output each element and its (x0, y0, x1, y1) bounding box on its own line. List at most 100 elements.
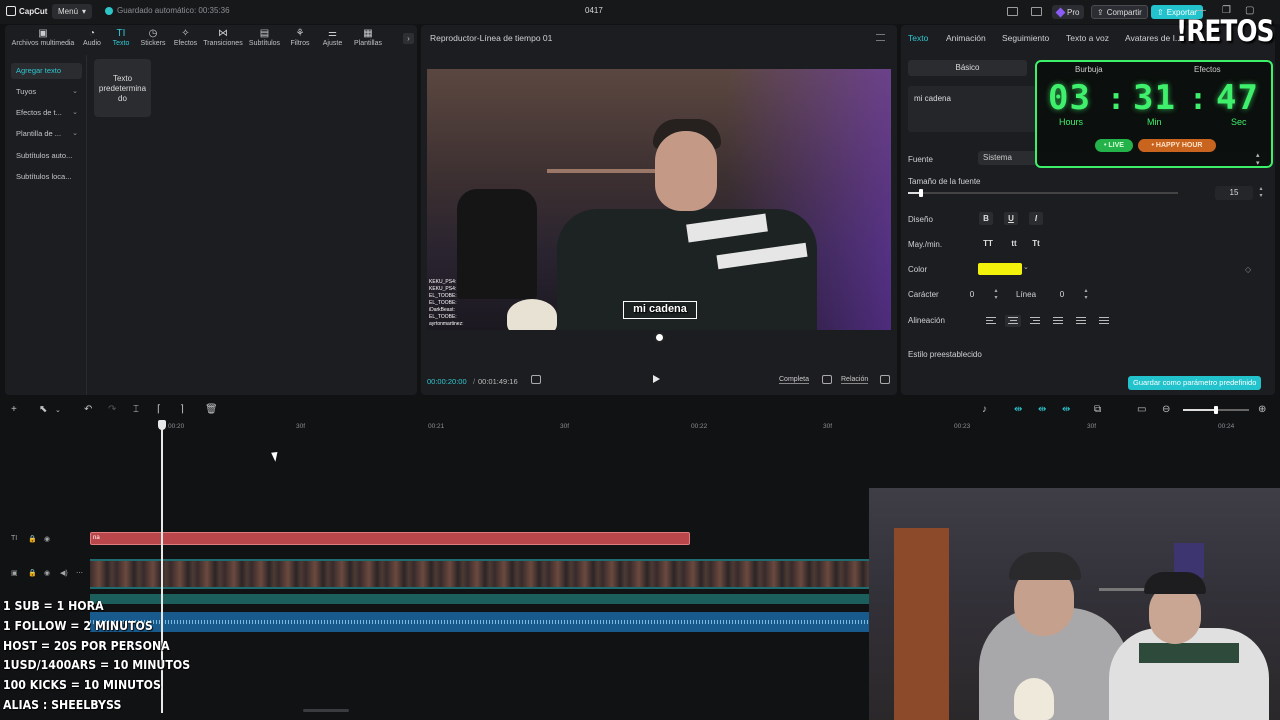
microphone-icon[interactable]: ♪ (982, 404, 987, 415)
align-left-icon[interactable] (983, 315, 999, 327)
keyframe-icon[interactable]: ◇ (1245, 265, 1251, 274)
tab-text-to-speech[interactable]: Texto a voz (1066, 33, 1109, 43)
sidenav-auto-captions[interactable]: Subtítulos auto... (11, 148, 82, 164)
redo-icon[interactable]: ↷ (108, 404, 116, 415)
full-quality-button[interactable]: Completa (779, 376, 809, 384)
font-size-slider[interactable] (908, 189, 1178, 197)
hamburger-menu-icon[interactable] (876, 34, 885, 41)
split-icon[interactable]: ⌶ (133, 404, 139, 415)
effects-icon: ✧ (181, 28, 190, 39)
layout-icon[interactable] (1007, 7, 1018, 16)
sidenav-template[interactable]: Plantilla de ... ⌄ (11, 126, 82, 142)
eye-icon[interactable]: ◉ (44, 535, 50, 543)
eye-icon[interactable]: ◉ (44, 569, 50, 577)
timecode-grid-icon[interactable] (531, 375, 541, 384)
fullscreen-icon[interactable] (880, 375, 890, 384)
tool-subtitles[interactable]: ▤ Subtítulos (245, 25, 284, 53)
pro-button[interactable]: Pro (1052, 5, 1085, 19)
tool-stickers[interactable]: ◷ Stickers (136, 25, 170, 53)
toolbar-scroll-right-icon[interactable]: › (403, 33, 414, 44)
play-icon[interactable] (653, 375, 660, 383)
tab-animation[interactable]: Animación (946, 33, 986, 43)
tool-templates[interactable]: ▦ Plantillas (349, 25, 387, 53)
caption-icon[interactable]: ▭ (1137, 404, 1146, 415)
underline-button[interactable]: U (1004, 212, 1018, 225)
snap-icon[interactable]: ⇹ (1038, 404, 1046, 415)
stepper-icon[interactable]: ▴ ▾ (992, 288, 1000, 302)
sidenav-label: Subtítulos loca... (16, 172, 72, 181)
sidenav-local-captions[interactable]: Subtítulos loca... (11, 169, 82, 185)
basic-segment[interactable]: Básico (908, 60, 1027, 76)
lowercase-button[interactable]: tt (1006, 237, 1022, 250)
tool-adjust[interactable]: ⚌ Ajuste (316, 25, 349, 53)
text-clip[interactable]: na (90, 532, 690, 545)
chevron-down-icon[interactable]: ⌄ (55, 406, 61, 414)
lock-icon[interactable]: 🔒 (28, 569, 37, 577)
preview-axis-icon[interactable]: ⧉ (1094, 404, 1101, 415)
align-top-icon[interactable] (1050, 315, 1066, 327)
default-text-card[interactable]: Texto predetermina do (94, 59, 151, 117)
adjust-icon: ⚌ (328, 28, 337, 39)
line-spacing-input[interactable]: 0 (1047, 288, 1077, 302)
delete-icon[interactable]: 🗑 (205, 404, 218, 415)
video-clip[interactable] (90, 559, 870, 589)
bold-button[interactable]: B (979, 212, 993, 225)
lock-icon[interactable]: 🔒 (28, 535, 37, 543)
zoom-in-icon[interactable]: ⊕ (1258, 404, 1266, 415)
zoom-out-icon[interactable]: ⊖ (1162, 404, 1170, 415)
align-bottom-icon[interactable] (1096, 315, 1112, 327)
tab-tracking[interactable]: Seguimiento (1002, 33, 1049, 43)
share-button[interactable]: ⇪ Compartir (1091, 5, 1148, 19)
tab-avatars[interactable]: Avatares de I... (1125, 33, 1182, 43)
align-center-icon[interactable] (1005, 315, 1021, 327)
undo-icon[interactable]: ↶ (84, 404, 92, 415)
align-middle-icon[interactable] (1073, 315, 1089, 327)
zoom-slider-knob[interactable] (1214, 406, 1218, 414)
text-content-input[interactable]: mi cadena (908, 86, 1038, 132)
trim-right-icon[interactable]: ⌉ (180, 404, 184, 415)
sidenav-add-text[interactable]: Agregar texto (11, 63, 82, 79)
stepper-icon[interactable]: ▴ ▾ (1256, 151, 1260, 167)
slider-knob[interactable] (919, 189, 923, 197)
menu-button[interactable]: Menú ▾ (52, 4, 93, 19)
tool-audio[interactable]: ◔ Audio (78, 25, 106, 53)
stepper-icon[interactable]: ▴ ▾ (1257, 186, 1265, 200)
tool-text[interactable]: TI Texto (106, 25, 136, 53)
tool-transitions[interactable]: ⋈ Transiciones (201, 25, 245, 53)
tool-media[interactable]: ▣ Archivos multimedia (8, 25, 78, 53)
timeline-ruler[interactable] (90, 421, 1280, 433)
save-preset-button[interactable]: Guardar como parámetro predefinido (1128, 376, 1262, 390)
color-swatch[interactable] (978, 263, 1022, 275)
add-track-icon[interactable]: + (11, 404, 17, 415)
titlecase-button[interactable]: Tt (1028, 237, 1044, 250)
char-spacing-input[interactable]: 0 (957, 288, 987, 302)
linkage-icon[interactable]: ⇹ (1062, 404, 1070, 415)
link-clips-icon[interactable]: ⇹ (1014, 404, 1022, 415)
uppercase-button[interactable]: TT (980, 237, 996, 250)
aspect-ratio-button[interactable]: Relación (841, 376, 869, 384)
tool-effects[interactable]: ✧ Efectos (170, 25, 201, 53)
italic-button[interactable]: I (1029, 212, 1043, 225)
zoom-slider[interactable] (1183, 406, 1249, 414)
video-preview[interactable]: KEKU_PS4: KEKU_PS4: EL_TOOBE: EL_TOOBE: … (427, 69, 891, 330)
align-right-icon[interactable] (1027, 315, 1043, 327)
stepper-icon[interactable]: ▴ ▾ (1082, 288, 1090, 302)
timeline-scrollbar[interactable] (303, 709, 349, 712)
chevron-down-icon[interactable]: ⌄ (1023, 263, 1029, 271)
tab-text[interactable]: Texto (908, 33, 928, 43)
caption-text[interactable]: mi cadena (625, 303, 695, 315)
trim-left-icon[interactable]: ⌈ (157, 404, 161, 415)
screenshot-icon[interactable] (822, 375, 832, 384)
shortcuts-icon[interactable] (1031, 7, 1042, 16)
sidenav-text-effects[interactable]: Efectos de t... ⌄ (11, 105, 82, 121)
select-tool-icon[interactable]: ⬉ (39, 404, 47, 415)
speaker-icon[interactable]: ◀) (60, 569, 68, 577)
rotate-handle-icon[interactable] (654, 332, 665, 343)
chat-line: ayrtonmartinez: (429, 321, 464, 327)
current-time: 00:00:20:00 (427, 377, 467, 386)
font-size-input[interactable]: 15 (1215, 186, 1253, 200)
tool-filters[interactable]: ⚘ Filtros (284, 25, 316, 53)
sidenav-label: Tuyos (16, 87, 37, 96)
sidenav-yours[interactable]: Tuyos ⌄ (11, 84, 82, 100)
more-icon[interactable]: ⋯ (76, 569, 83, 577)
